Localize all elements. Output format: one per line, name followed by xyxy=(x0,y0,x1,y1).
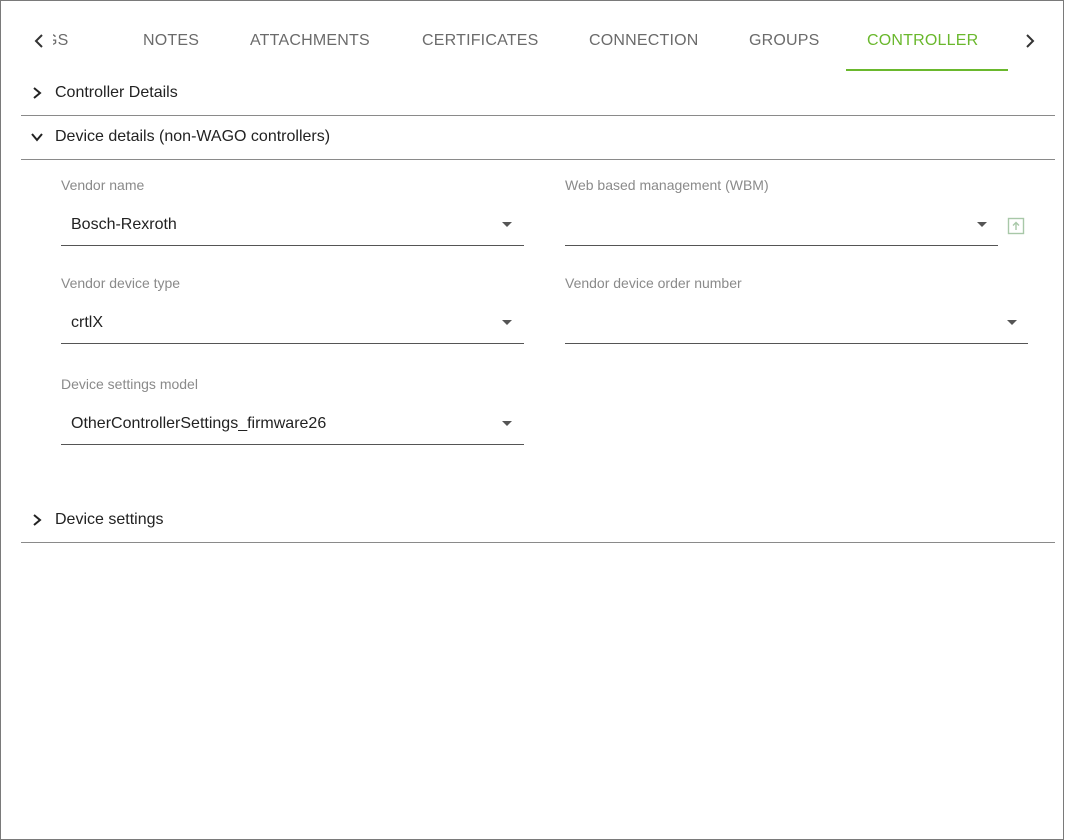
tab-scroll-right-button[interactable] xyxy=(1024,21,1036,61)
device-settings-model-field: Device settings model OtherControllerSet… xyxy=(61,376,524,448)
device-settings-model-select[interactable]: OtherControllerSettings_firmware26 xyxy=(61,404,524,445)
wbm-select[interactable] xyxy=(565,205,998,246)
section-controller-details[interactable]: Controller Details xyxy=(21,71,1055,116)
chevron-down-icon xyxy=(31,133,43,142)
vendor-device-order-number-select[interactable] xyxy=(565,303,1028,344)
tab-controller[interactable]: CONTROLLER xyxy=(867,21,978,71)
vendor-name-field: Vendor name Bosch-Rexroth xyxy=(61,177,524,249)
chevron-right-icon xyxy=(33,514,42,526)
tab-label: GS xyxy=(53,32,69,49)
dropdown-arrow-icon xyxy=(502,222,512,227)
tab-label: CERTIFICATES xyxy=(422,32,539,49)
vendor-device-order-number-field: Vendor device order number xyxy=(565,275,1028,347)
field-label: Web based management (WBM) xyxy=(565,177,769,193)
tab-label: CONTROLLER xyxy=(867,32,979,49)
section-device-details[interactable]: Device details (non-WAGO controllers) xyxy=(21,115,1055,160)
section-title: Device details (non-WAGO controllers) xyxy=(55,128,331,145)
dropdown-arrow-icon xyxy=(1007,320,1017,325)
section-title: Device settings xyxy=(55,511,164,528)
dropdown-arrow-icon xyxy=(977,222,987,227)
field-value: crtlX xyxy=(71,314,103,331)
tab-connection[interactable]: CONNECTION xyxy=(589,21,699,71)
chevron-right-icon xyxy=(1026,34,1035,48)
wbm-field: Web based management (WBM) xyxy=(565,177,1035,249)
tab-label: GROUPS xyxy=(749,32,820,49)
open-in-new-icon[interactable] xyxy=(1007,217,1025,235)
vendor-name-select[interactable]: Bosch-Rexroth xyxy=(61,205,524,246)
tab-groups[interactable]: GROUPS xyxy=(749,21,820,71)
vendor-device-type-select[interactable]: crtlX xyxy=(61,303,524,344)
field-label: Vendor device order number xyxy=(565,275,742,291)
chevron-left-icon xyxy=(34,34,43,48)
field-value: OtherControllerSettings_firmware26 xyxy=(71,415,327,432)
field-value: Bosch-Rexroth xyxy=(71,216,177,233)
device-panel: GS NOTES ATTACHMENTS CERTIFICATES CONNEC… xyxy=(0,0,1064,840)
tab-notes[interactable]: NOTES xyxy=(143,21,199,71)
tab-label: CONNECTION xyxy=(589,32,699,49)
tab-scroll-left-button[interactable] xyxy=(33,21,45,61)
section-title: Controller Details xyxy=(55,84,178,101)
field-label: Vendor device type xyxy=(61,275,181,291)
dropdown-arrow-icon xyxy=(502,320,512,325)
tab-label: ATTACHMENTS xyxy=(250,32,370,49)
chevron-right-icon xyxy=(33,87,42,99)
tab-bar: GS NOTES ATTACHMENTS CERTIFICATES CONNEC… xyxy=(21,21,1051,71)
dropdown-arrow-icon xyxy=(502,421,512,426)
tab-label: NOTES xyxy=(143,32,200,49)
vendor-device-type-field: Vendor device type crtlX xyxy=(61,275,524,347)
field-label: Vendor name xyxy=(61,177,145,193)
field-label: Device settings model xyxy=(61,376,198,392)
section-device-settings[interactable]: Device settings xyxy=(21,498,1055,543)
tab-settings-truncated[interactable]: GS xyxy=(53,21,85,71)
tab-certificates[interactable]: CERTIFICATES xyxy=(422,21,539,71)
tab-attachments[interactable]: ATTACHMENTS xyxy=(250,21,370,71)
